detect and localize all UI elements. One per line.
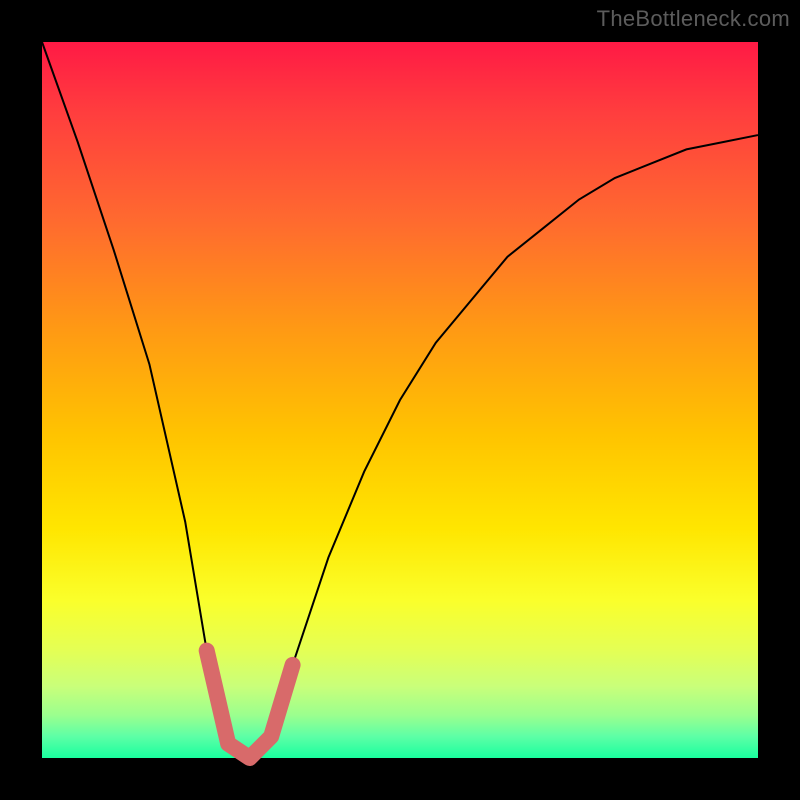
watermark-text: TheBottleneck.com [597, 6, 790, 32]
highlight-segment [207, 651, 293, 758]
stage: TheBottleneck.com [0, 0, 800, 800]
curve-svg [42, 42, 758, 758]
bottleneck-curve [42, 42, 758, 758]
plot-area [42, 42, 758, 758]
